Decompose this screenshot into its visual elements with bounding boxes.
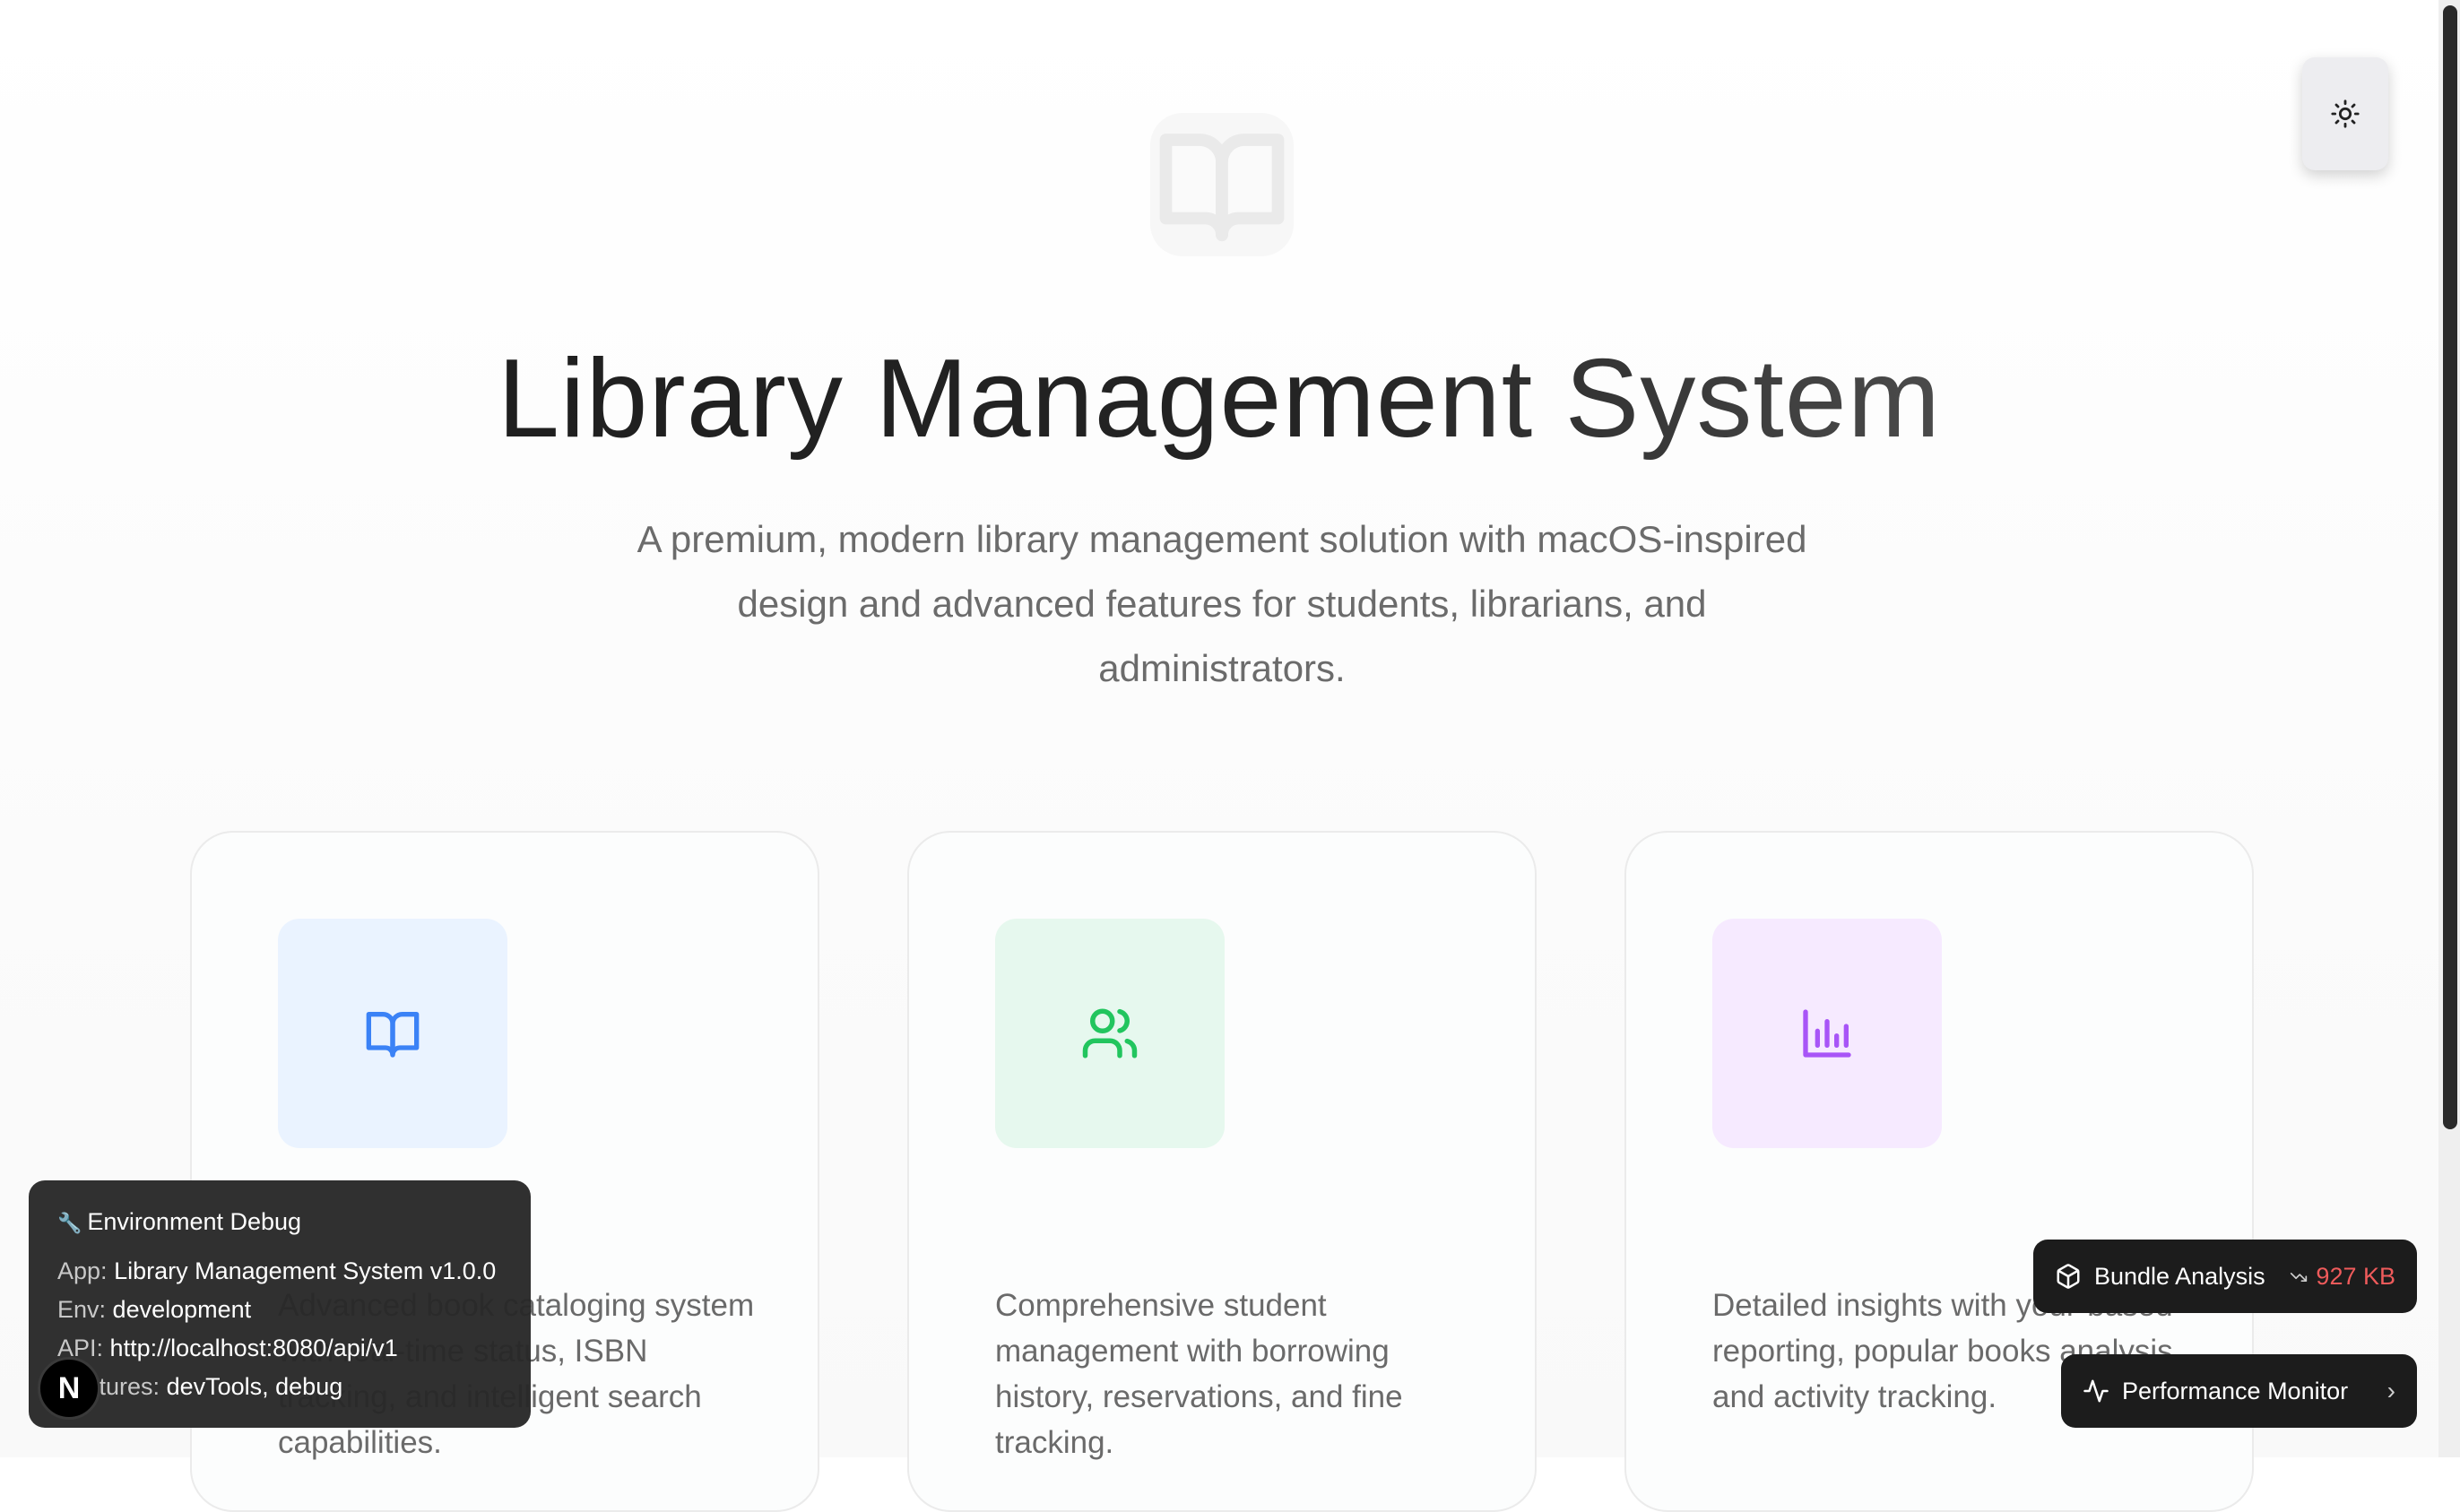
book-open-icon [366, 1012, 420, 1058]
bundle-analysis-label: Bundle Analysis [2094, 1262, 2265, 1290]
package-icon [2057, 1264, 2080, 1289]
feature-card-students[interactable]: Comprehensive student management with bo… [907, 831, 1537, 1512]
performance-monitor-label: Performance Monitor [2122, 1377, 2349, 1404]
debug-row-env: Env: development [57, 1296, 252, 1323]
wrench-icon: 🔧 [57, 1212, 82, 1234]
theme-toggle-button[interactable] [2302, 57, 2388, 170]
book-open-icon [1159, 134, 1285, 242]
scrollbar[interactable] [2438, 0, 2460, 1457]
environment-debug-panel: 🔧 Environment Debug App: Library Manageme… [29, 1180, 531, 1428]
feature-description: Comprehensive student management with bo… [995, 1288, 1403, 1460]
nextjs-logo-icon: N [57, 1370, 81, 1405]
feature-icon-box [1712, 919, 1942, 1148]
feature-icon-box [995, 919, 1225, 1148]
chevron-right-icon: › [2386, 1377, 2395, 1404]
page-title: Library Management System [0, 323, 2438, 475]
scrollbar-thumb[interactable] [2443, 5, 2457, 1129]
debug-row-api: API: http://localhost:8080/api/v1 [57, 1335, 398, 1361]
debug-title: 🔧 Environment Debug [57, 1208, 302, 1235]
bar-chart-icon [1803, 1009, 1851, 1058]
feature-icon-box [278, 919, 507, 1148]
activity-icon [2083, 1379, 2109, 1403]
performance-monitor-button[interactable]: Performance Monitor › [2061, 1354, 2417, 1428]
page-subtitle: A premium, modern library management sol… [637, 518, 1807, 689]
debug-row-app: App: Library Management System v1.0.0 [57, 1257, 497, 1284]
sun-icon [2331, 99, 2360, 128]
hero-logo [1150, 113, 1294, 256]
users-icon [1082, 1008, 1138, 1058]
bundle-analysis-button[interactable]: Bundle Analysis 927 KB [2033, 1240, 2417, 1313]
debug-row-features: Features: devTools, debug [57, 1373, 343, 1400]
nextjs-devtools-button[interactable]: N [38, 1357, 100, 1420]
bundle-size: 927 KB [2288, 1263, 2395, 1291]
trending-down-icon [2290, 1273, 2308, 1283]
